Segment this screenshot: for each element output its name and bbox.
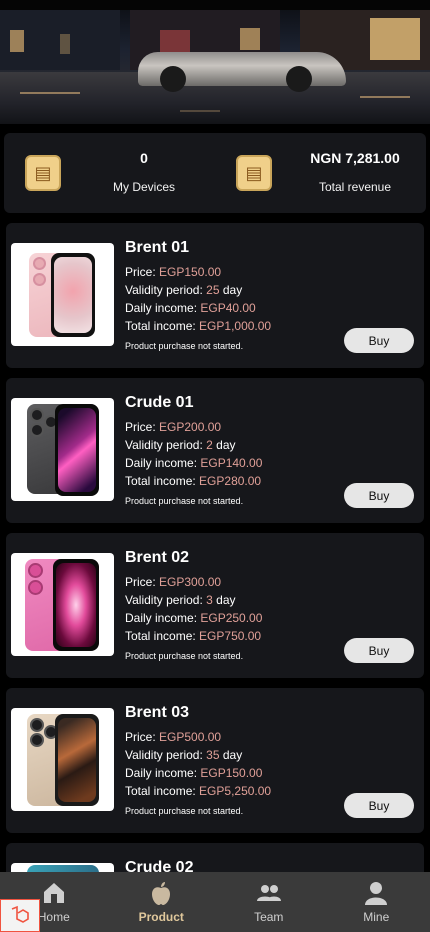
buy-button[interactable]: Buy	[344, 793, 414, 818]
product-daily-income: Daily income: EGP250.00	[125, 611, 263, 625]
revenue-value: NGN 7,281.00	[310, 150, 400, 166]
stats-panel: ▤ 0 My Devices ▤ NGN 7,281.00 Total reve…	[4, 133, 426, 213]
product-price: Price: EGP300.00	[125, 575, 222, 589]
product-price: Price: EGP500.00	[125, 730, 222, 744]
devices-label: My Devices	[112, 180, 175, 194]
tab-label: Team	[254, 910, 284, 924]
apple-icon	[148, 880, 174, 906]
product-status: Product purchase not started.	[125, 496, 244, 506]
team-icon	[256, 880, 282, 906]
revenue-icon: ▤	[236, 155, 272, 191]
tab-mine[interactable]: Mine	[323, 872, 430, 932]
product-daily-income: Daily income: EGP40.00	[125, 301, 256, 315]
product-total-income: Total income: EGP750.00	[125, 629, 262, 643]
tab-team[interactable]: Team	[215, 872, 323, 932]
product-card: Brent 03 Price: EGP500.00 Validity perio…	[6, 688, 424, 833]
product-price: Price: EGP150.00	[125, 265, 222, 279]
product-card: Brent 01 Price: EGP150.00 Validity perio…	[6, 223, 424, 368]
product-status: Product purchase not started.	[125, 651, 244, 661]
bottom-tab-bar: Home Product Team Mine	[0, 872, 430, 932]
product-price: Price: EGP200.00	[125, 420, 222, 434]
product-total-income: Total income: EGP1,000.00	[125, 319, 272, 333]
user-icon	[363, 880, 389, 906]
home-icon	[41, 880, 67, 906]
product-validity: Validity period: 35 day	[125, 748, 243, 762]
product-name: Brent 02	[125, 549, 190, 566]
product-name: Crude 01	[125, 394, 194, 411]
buy-button[interactable]: Buy	[344, 638, 414, 663]
devices-icon: ▤	[25, 155, 61, 191]
product-status: Product purchase not started.	[125, 806, 244, 816]
product-image	[11, 553, 114, 656]
product-daily-income: Daily income: EGP140.00	[125, 456, 263, 470]
product-image	[11, 243, 114, 346]
laravel-logo-icon[interactable]	[0, 899, 40, 932]
product-daily-income: Daily income: EGP150.00	[125, 766, 263, 780]
tab-product[interactable]: Product	[108, 872, 216, 932]
product-validity: Validity period: 25 day	[125, 283, 243, 297]
product-validity: Validity period: 3 day	[125, 593, 236, 607]
tab-label: Mine	[363, 910, 390, 924]
product-status: Product purchase not started.	[125, 341, 244, 351]
product-name: Brent 03	[125, 704, 190, 721]
hero-banner-image	[0, 0, 430, 124]
product-total-income: Total income: EGP5,250.00	[125, 784, 272, 798]
tab-label: Product	[138, 910, 184, 924]
buy-button[interactable]: Buy	[344, 328, 414, 353]
product-image	[11, 708, 114, 811]
product-card: Brent 02 Price: EGP300.00 Validity perio…	[6, 533, 424, 678]
product-name: Brent 01	[125, 239, 190, 256]
product-validity: Validity period: 2 day	[125, 438, 236, 452]
revenue-label: Total revenue	[318, 180, 392, 194]
product-total-income: Total income: EGP280.00	[125, 474, 262, 488]
product-image	[11, 398, 114, 501]
product-card: Crude 01 Price: EGP200.00 Validity perio…	[6, 378, 424, 523]
tab-label: Home	[37, 910, 70, 924]
buy-button[interactable]: Buy	[344, 483, 414, 508]
devices-value: 0	[140, 150, 148, 166]
